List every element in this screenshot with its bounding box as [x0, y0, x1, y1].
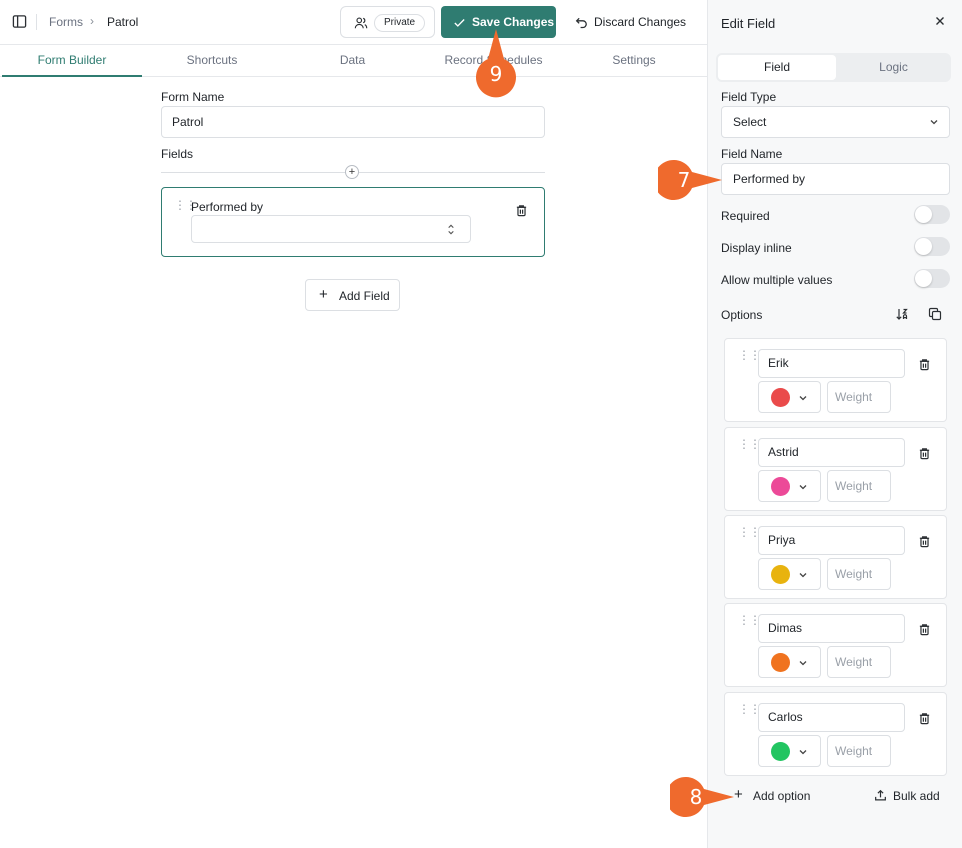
breadcrumb-current: Patrol — [107, 15, 139, 29]
field-type-select[interactable]: Select — [721, 106, 950, 138]
display-inline-label: Display inline — [721, 241, 792, 255]
users-icon — [354, 17, 368, 29]
trash-icon[interactable] — [515, 204, 528, 217]
option-name-input[interactable]: Carlos — [758, 703, 905, 732]
fields-label: Fields — [161, 147, 194, 161]
add-option-label: Add option — [753, 789, 811, 803]
option-card: ⋮⋮ Priya Weight — [724, 515, 947, 599]
drag-handle-icon[interactable]: ⋮⋮ — [738, 438, 761, 450]
required-toggle[interactable] — [914, 205, 950, 224]
option-color-select[interactable] — [758, 381, 821, 413]
field-type-value: Select — [733, 115, 767, 129]
chevron-down-icon — [799, 661, 807, 666]
color-swatch — [771, 388, 790, 407]
option-card: ⋮⋮ Dimas Weight — [724, 603, 947, 687]
field-preview-select[interactable] — [191, 215, 471, 243]
tab-bar: Form Builder Shortcuts Data Record Sched… — [0, 45, 708, 77]
option-color-select[interactable] — [758, 735, 821, 767]
undo-icon — [575, 17, 587, 29]
segment-field[interactable]: Field — [718, 55, 836, 80]
option-weight-input[interactable]: Weight — [827, 735, 891, 767]
chevron-down-icon — [930, 120, 938, 125]
required-label: Required — [721, 209, 770, 223]
field-name-input[interactable]: Performed by — [721, 163, 950, 195]
bulk-add-label: Bulk add — [893, 789, 940, 803]
field-type-label: Field Type — [721, 90, 777, 104]
option-color-select[interactable] — [758, 470, 821, 502]
discard-changes-label: Discard Changes — [594, 15, 687, 29]
trash-icon[interactable] — [918, 623, 931, 636]
discard-changes-button[interactable]: Discard Changes — [565, 6, 691, 38]
color-swatch — [771, 742, 790, 761]
option-card: ⋮⋮ Carlos Weight — [724, 692, 947, 776]
option-card: ⋮⋮ Astrid Weight — [724, 427, 947, 511]
add-field-button[interactable]: + Add Field — [305, 279, 400, 311]
insert-field-icon[interactable]: + — [345, 165, 359, 179]
chevron-down-icon — [799, 485, 807, 490]
add-option-button[interactable]: + Add option — [732, 786, 817, 806]
add-field-label: Add Field — [339, 289, 390, 303]
copy-icon[interactable] — [928, 307, 942, 321]
plus-icon: + — [319, 286, 328, 303]
panel-title: Edit Field — [721, 16, 776, 31]
tab-settings[interactable]: Settings — [564, 45, 704, 76]
sort-icon[interactable] — [895, 307, 909, 321]
drag-handle-icon[interactable]: ⋮⋮ — [738, 614, 761, 626]
step-marker-9-label: 9 — [489, 62, 503, 86]
chevron-down-icon — [799, 750, 807, 755]
color-swatch — [771, 565, 790, 584]
option-name-input[interactable]: Priya — [758, 526, 905, 555]
trash-icon[interactable] — [918, 447, 931, 460]
color-swatch — [771, 653, 790, 672]
trash-icon[interactable] — [918, 535, 931, 548]
chevron-down-icon — [799, 396, 807, 401]
field-card-label: Performed by — [191, 200, 264, 214]
option-name-input[interactable]: Erik — [758, 349, 905, 378]
toolbar-divider — [36, 14, 37, 30]
option-weight-input[interactable]: Weight — [827, 646, 891, 678]
drag-handle-icon[interactable]: ⋮⋮ — [738, 349, 761, 361]
tab-data[interactable]: Data — [282, 45, 423, 76]
check-icon — [454, 19, 465, 27]
field-name-label: Field Name — [721, 147, 783, 161]
allow-multiple-label: Allow multiple values — [721, 273, 833, 287]
drag-handle-icon[interactable]: ⋮⋮ — [738, 703, 761, 715]
option-weight-input[interactable]: Weight — [827, 381, 891, 413]
tab-form-builder[interactable]: Form Builder — [2, 45, 142, 77]
step-marker-8-label: 8 — [689, 785, 703, 809]
sidebar-toggle-icon[interactable] — [12, 14, 27, 29]
visibility-button[interactable]: Private — [340, 6, 435, 38]
segment-logic[interactable]: Logic — [838, 55, 949, 80]
chevron-up-down-icon — [448, 224, 454, 235]
option-color-select[interactable] — [758, 646, 821, 678]
step-marker-7-label: 7 — [677, 168, 691, 192]
option-card: ⋮⋮ Erik Weight — [724, 338, 947, 422]
breadcrumb-separator-icon: › — [90, 14, 94, 28]
tab-shortcuts[interactable]: Shortcuts — [142, 45, 282, 76]
chevron-down-icon — [799, 573, 807, 578]
breadcrumb-forms[interactable]: Forms — [49, 15, 83, 29]
option-color-select[interactable] — [758, 558, 821, 590]
form-name-input[interactable]: Patrol — [161, 106, 545, 138]
display-inline-toggle[interactable] — [914, 237, 950, 256]
bulk-add-button[interactable]: Bulk add — [872, 786, 942, 806]
option-name-input[interactable]: Dimas — [758, 614, 905, 643]
drag-handle-icon[interactable]: ⋮⋮ — [738, 526, 761, 538]
trash-icon[interactable] — [918, 712, 931, 725]
option-name-input[interactable]: Astrid — [758, 438, 905, 467]
option-weight-input[interactable]: Weight — [827, 558, 891, 590]
form-name-label: Form Name — [161, 90, 225, 104]
option-weight-input[interactable]: Weight — [827, 470, 891, 502]
allow-multiple-toggle[interactable] — [914, 269, 950, 288]
close-icon[interactable] — [933, 14, 947, 28]
color-swatch — [771, 477, 790, 496]
private-badge: Private — [374, 14, 426, 32]
trash-icon[interactable] — [918, 358, 931, 371]
options-label: Options — [721, 308, 763, 322]
upload-icon — [875, 789, 886, 801]
